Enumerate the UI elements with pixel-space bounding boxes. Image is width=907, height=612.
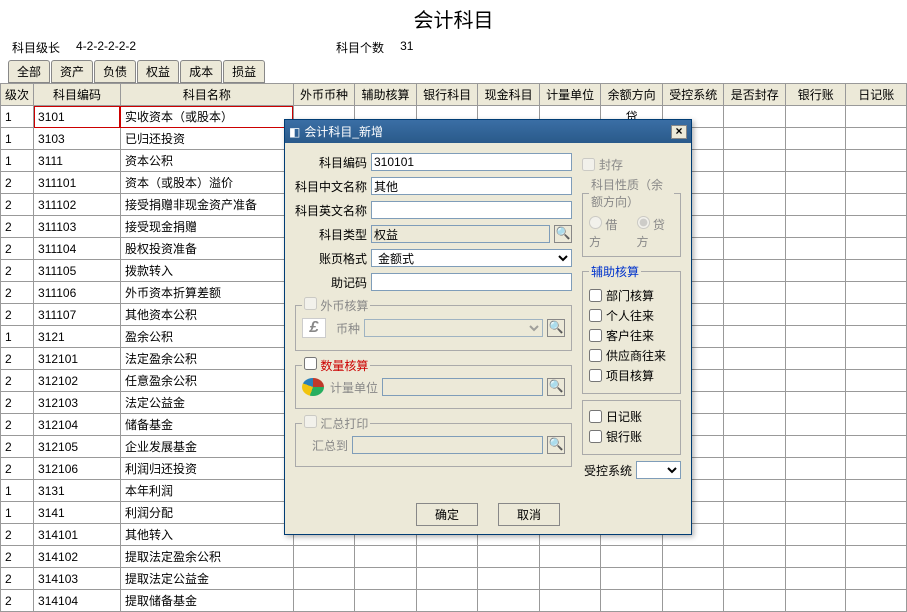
type-label: 科目类型 xyxy=(295,226,367,243)
mnemonic-label: 助记码 xyxy=(295,274,367,291)
qty-label: 计量单位 xyxy=(328,379,378,396)
col-header[interactable]: 科目编码 xyxy=(34,84,121,106)
tab-2[interactable]: 负债 xyxy=(94,60,136,83)
qty-input xyxy=(382,378,543,396)
aux-project-checkbox[interactable] xyxy=(589,369,602,382)
col-header[interactable]: 银行账 xyxy=(786,84,846,106)
dialog-icon: ◧ xyxy=(289,125,300,139)
dialog-title: 会计科目_新增 xyxy=(304,123,383,140)
ename-label: 科目英文名称 xyxy=(295,202,367,219)
col-header[interactable]: 计量单位 xyxy=(539,84,601,106)
format-select[interactable]: 金额式 xyxy=(371,249,572,267)
book-group: 日记账 银行账 xyxy=(582,400,681,455)
currency-select xyxy=(364,319,543,337)
cname-label: 科目中文名称 xyxy=(295,178,367,195)
print-to-label: 汇总到 xyxy=(302,437,348,454)
col-header[interactable]: 日记账 xyxy=(846,84,907,106)
currency-label: 币种 xyxy=(330,320,360,337)
qty-group: 数量核算 计量单位 🔍 xyxy=(295,357,572,409)
aux-person-checkbox[interactable] xyxy=(589,309,602,322)
type-lookup-icon[interactable]: 🔍 xyxy=(554,225,572,243)
table-row[interactable]: 2314103提取法定公益金 xyxy=(1,568,907,590)
page-title: 会计科目 xyxy=(0,0,907,37)
aux-dept-checkbox[interactable] xyxy=(589,289,602,302)
credit-radio xyxy=(637,216,650,229)
ctrl-sys-label: 受控系统 xyxy=(582,462,632,479)
cancel-button[interactable]: 取消 xyxy=(498,503,560,526)
tab-5[interactable]: 损益 xyxy=(223,60,265,83)
ename-input[interactable] xyxy=(371,201,572,219)
tab-3[interactable]: 权益 xyxy=(137,60,179,83)
mnemonic-input[interactable] xyxy=(371,273,572,291)
dialog-titlebar[interactable]: ◧ 会计科目_新增 × xyxy=(285,120,691,143)
sealed-checkbox xyxy=(582,158,595,171)
nature-group: 科目性质（余额方向） 借方 贷方 xyxy=(582,176,681,257)
bank-checkbox[interactable] xyxy=(589,430,602,443)
qty-lookup-icon: 🔍 xyxy=(547,378,565,396)
col-header[interactable]: 现金科目 xyxy=(478,84,540,106)
aux-vendor-checkbox[interactable] xyxy=(589,349,602,362)
aux-group: 辅助核算 部门核算 个人往来 客户往来 供应商往来 项目核算 xyxy=(582,263,681,394)
sealed-label: 封存 xyxy=(599,156,623,173)
table-row[interactable]: 2314102提取法定盈余公积 xyxy=(1,546,907,568)
col-header[interactable]: 科目名称 xyxy=(120,84,293,106)
col-header[interactable]: 是否封存 xyxy=(724,84,786,106)
tab-1[interactable]: 资产 xyxy=(51,60,93,83)
ctrl-sys-select[interactable] xyxy=(636,461,681,479)
print-group: 汇总打印 汇总到 🔍 xyxy=(295,415,572,467)
type-input xyxy=(371,225,550,243)
info-bar: 科目级长 4-2-2-2-2-2 科目个数 31 xyxy=(0,37,907,58)
add-account-dialog: ◧ 会计科目_新增 × 科目编码 科目中文名称 科目英文名称 科目类型 🔍 xyxy=(284,119,692,535)
journal-checkbox[interactable] xyxy=(589,410,602,423)
pie-icon xyxy=(302,378,324,396)
qty-group-checkbox[interactable] xyxy=(304,357,317,370)
level-label: 科目级长 xyxy=(12,39,60,56)
col-header[interactable]: 受控系统 xyxy=(662,84,724,106)
category-tabs: 全部资产负债权益成本损益 xyxy=(0,58,907,83)
cname-input[interactable] xyxy=(371,177,572,195)
tab-0[interactable]: 全部 xyxy=(8,60,50,83)
tab-4[interactable]: 成本 xyxy=(180,60,222,83)
col-header[interactable]: 余额方向 xyxy=(601,84,663,106)
count-value: 31 xyxy=(400,39,413,56)
code-label: 科目编码 xyxy=(295,154,367,171)
col-header[interactable]: 级次 xyxy=(1,84,34,106)
currency-group: 外币核算 £ 币种 🔍 xyxy=(295,297,572,351)
col-header[interactable]: 外币币种 xyxy=(293,84,355,106)
format-label: 账页格式 xyxy=(295,250,367,267)
print-lookup-icon: 🔍 xyxy=(547,436,565,454)
close-icon[interactable]: × xyxy=(671,125,687,139)
code-input[interactable] xyxy=(371,153,572,171)
ok-button[interactable]: 确定 xyxy=(416,503,478,526)
col-header[interactable]: 银行科目 xyxy=(416,84,478,106)
table-row[interactable]: 2314104提取储备基金 xyxy=(1,590,907,612)
currency-lookup-icon: 🔍 xyxy=(547,319,565,337)
currency-icon: £ xyxy=(302,318,326,338)
col-header[interactable]: 辅助核算 xyxy=(355,84,417,106)
print-to-input xyxy=(352,436,543,454)
count-label: 科目个数 xyxy=(336,39,384,56)
print-group-checkbox xyxy=(304,415,317,428)
aux-cust-checkbox[interactable] xyxy=(589,329,602,342)
debit-radio xyxy=(589,216,602,229)
level-value: 4-2-2-2-2-2 xyxy=(76,39,136,56)
currency-group-checkbox xyxy=(304,297,317,310)
